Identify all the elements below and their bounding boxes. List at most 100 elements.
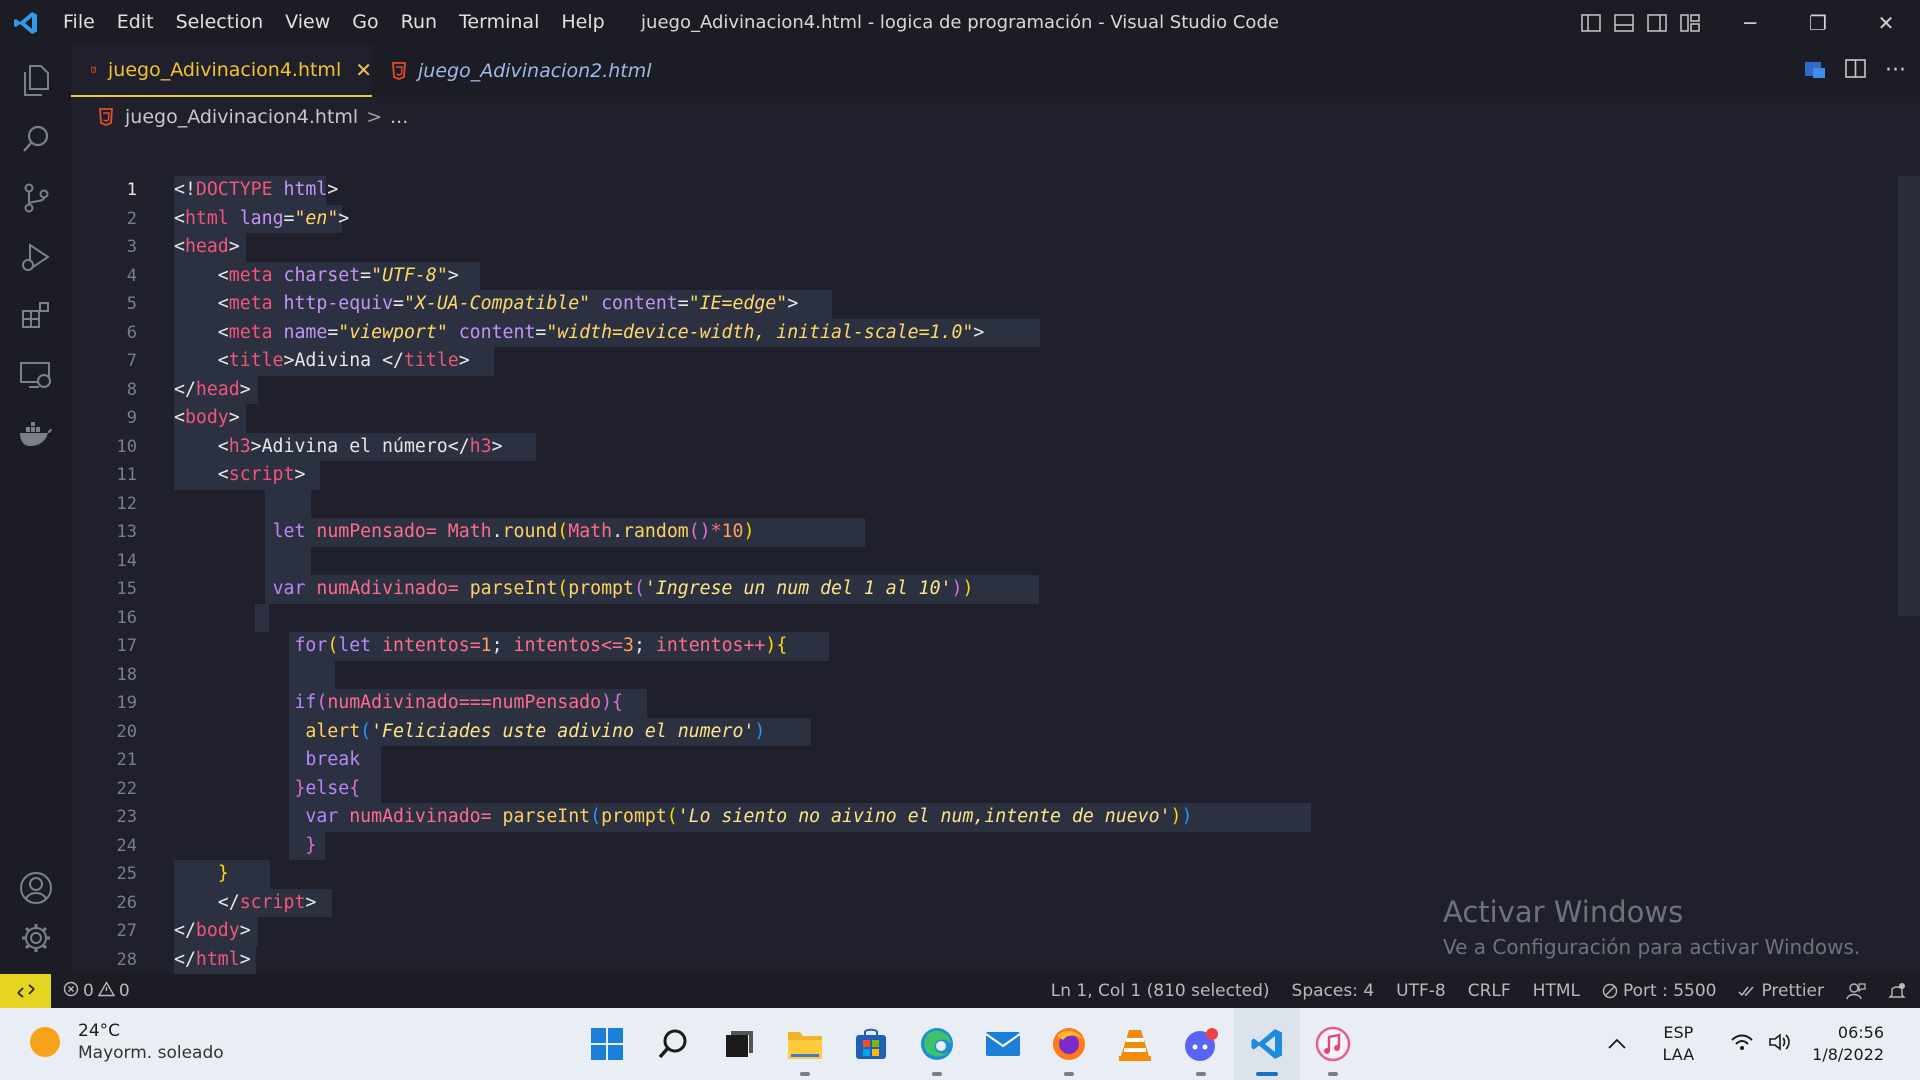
file-explorer-icon[interactable] bbox=[772, 1008, 838, 1080]
line-number: 3 bbox=[126, 237, 137, 257]
code-line: 8 </head> bbox=[71, 375, 1920, 404]
activity-bar bbox=[0, 45, 71, 974]
live-server-port[interactable]: Port : 5500 bbox=[1602, 981, 1716, 1001]
indentation[interactable]: Spaces: 4 bbox=[1292, 981, 1375, 1001]
running-indicator bbox=[1256, 1072, 1278, 1076]
menu-view[interactable]: View bbox=[274, 0, 341, 45]
line-number: 11 bbox=[116, 465, 137, 485]
editor-actions: ··· bbox=[1803, 45, 1906, 97]
source-control-icon[interactable] bbox=[0, 168, 71, 228]
toggle-panel-icon[interactable] bbox=[1607, 0, 1640, 45]
code-text: var numAdivinado= parseInt(prompt('Ingre… bbox=[272, 578, 974, 599]
menu-file[interactable]: File bbox=[52, 0, 106, 45]
restore-button[interactable]: ❐ bbox=[1784, 0, 1852, 45]
code-line: 22 }else{ bbox=[71, 774, 1920, 803]
search-icon[interactable] bbox=[640, 1008, 706, 1080]
prettier-status[interactable]: Prettier bbox=[1738, 981, 1824, 1001]
breadcrumb-file[interactable]: juego_Adivinacion4.html bbox=[125, 106, 358, 128]
line-number: 24 bbox=[116, 835, 137, 856]
settings-gear-icon[interactable] bbox=[0, 908, 71, 968]
menu-edit[interactable]: Edit bbox=[106, 0, 165, 45]
line-number: 7 bbox=[126, 351, 137, 371]
selection-highlight bbox=[289, 660, 335, 689]
feedback-icon[interactable] bbox=[1846, 982, 1866, 1000]
code-text: <title>Adivina </title> bbox=[174, 350, 470, 371]
split-editor-icon[interactable] bbox=[1845, 59, 1867, 83]
code-line: 17 for(let intentos=1; intentos<=3; inte… bbox=[71, 632, 1920, 661]
double-check-icon bbox=[1738, 986, 1755, 997]
menu-terminal[interactable]: Terminal bbox=[448, 0, 550, 45]
breadcrumb: juego_Adivinacion4.html > ... bbox=[99, 97, 408, 137]
edge-icon[interactable] bbox=[904, 1008, 970, 1080]
explorer-icon[interactable] bbox=[0, 50, 71, 110]
remote-explorer-icon[interactable] bbox=[0, 345, 71, 405]
itunes-icon[interactable] bbox=[1300, 1008, 1366, 1080]
title-bar: File Edit Selection View Go Run Terminal… bbox=[0, 0, 1920, 45]
cursor-position[interactable]: Ln 1, Col 1 (810 selected) bbox=[1051, 981, 1270, 1001]
windows-start-icon[interactable] bbox=[574, 1008, 640, 1080]
vlc-icon[interactable] bbox=[1102, 1008, 1168, 1080]
tab-juego-adivinacion2[interactable]: juego_Adivinacion2.html bbox=[372, 45, 652, 97]
line-number: 4 bbox=[126, 265, 137, 286]
firefox-icon[interactable] bbox=[1036, 1008, 1102, 1080]
volume-icon[interactable] bbox=[1768, 1032, 1792, 1056]
search-icon[interactable] bbox=[0, 109, 71, 169]
warning-count: 0 bbox=[118, 981, 130, 1001]
code-line: 14 bbox=[71, 546, 1920, 575]
code-line: 24 } bbox=[71, 831, 1920, 860]
show-hidden-icons-chevron-up-icon[interactable] bbox=[1607, 1035, 1627, 1054]
code-line: 9 <body> bbox=[71, 404, 1920, 433]
menu-go[interactable]: Go bbox=[341, 0, 389, 45]
sun-icon bbox=[30, 1026, 60, 1057]
error-count: 0 bbox=[83, 981, 94, 1001]
close-tab-icon[interactable]: ✕ bbox=[355, 58, 372, 82]
end-of-line[interactable]: CRLF bbox=[1468, 981, 1511, 1001]
minimize-button[interactable]: ─ bbox=[1716, 0, 1784, 45]
wifi-icon[interactable] bbox=[1730, 1032, 1754, 1056]
run-debug-icon[interactable] bbox=[0, 227, 71, 287]
toggle-primary-sidebar-icon[interactable] bbox=[1574, 0, 1607, 45]
breadcrumb-symbols[interactable]: ... bbox=[390, 106, 408, 128]
line-number: 2 bbox=[126, 208, 137, 229]
menu-selection[interactable]: Selection bbox=[165, 0, 275, 45]
menu-run[interactable]: Run bbox=[390, 0, 448, 45]
problems-indicator[interactable]: 0 0 bbox=[63, 980, 130, 1002]
code-text: var numAdivinado= parseInt(prompt('Lo si… bbox=[305, 806, 1193, 827]
discord-icon[interactable] bbox=[1168, 1008, 1234, 1080]
clock[interactable]: 06:56 1/8/2022 bbox=[1812, 1022, 1884, 1066]
menu-help[interactable]: Help bbox=[550, 0, 615, 45]
language-mode[interactable]: HTML bbox=[1533, 981, 1580, 1001]
toggle-secondary-sidebar-icon[interactable] bbox=[1640, 0, 1673, 45]
extensions-icon[interactable] bbox=[0, 286, 71, 346]
code-line: 3 <head> bbox=[71, 233, 1920, 262]
system-tray: ESP LAA 06:56 1/8/2022 bbox=[1607, 1008, 1920, 1080]
running-indicator bbox=[1328, 1072, 1338, 1076]
more-actions-icon[interactable]: ··· bbox=[1885, 60, 1906, 82]
code-line: 2 <html lang="en"> bbox=[71, 204, 1920, 233]
weather-widget[interactable]: 24°C Mayorm. soleado bbox=[30, 1020, 224, 1063]
mail-icon[interactable] bbox=[970, 1008, 1036, 1080]
remote-indicator-icon[interactable] bbox=[0, 974, 51, 1008]
line-number: 26 bbox=[116, 892, 137, 913]
microsoft-store-icon[interactable] bbox=[838, 1008, 904, 1080]
input-language[interactable]: ESP LAA bbox=[1663, 1022, 1695, 1066]
code-text: let numPensado= Math.round(Math.random()… bbox=[272, 521, 755, 542]
running-indicator bbox=[1196, 1072, 1206, 1076]
prettier-label: Prettier bbox=[1761, 981, 1824, 1001]
encoding[interactable]: UTF-8 bbox=[1396, 981, 1446, 1001]
line-number: 20 bbox=[116, 721, 137, 742]
code-text: <head> bbox=[174, 236, 240, 257]
vscode-icon[interactable] bbox=[1234, 1008, 1300, 1080]
customize-layout-icon[interactable] bbox=[1673, 0, 1706, 45]
clock-time: 06:56 bbox=[1837, 1023, 1884, 1042]
tab-juego-adivinacion4[interactable]: juego_Adivinacion4.html ✕ bbox=[71, 45, 372, 97]
close-window-button[interactable]: ✕ bbox=[1852, 0, 1920, 45]
task-view-icon[interactable] bbox=[706, 1008, 772, 1080]
html5-icon bbox=[91, 66, 97, 74]
menu-bar: File Edit Selection View Go Run Terminal… bbox=[52, 0, 616, 45]
activation-watermark-subtitle: Ve a Configuración para activar Windows. bbox=[1443, 935, 1861, 959]
code-text: </html> bbox=[174, 948, 251, 970]
open-preview-icon[interactable] bbox=[1803, 58, 1827, 84]
notifications-bell-icon[interactable] bbox=[1888, 982, 1906, 1000]
docker-icon[interactable] bbox=[0, 404, 71, 464]
